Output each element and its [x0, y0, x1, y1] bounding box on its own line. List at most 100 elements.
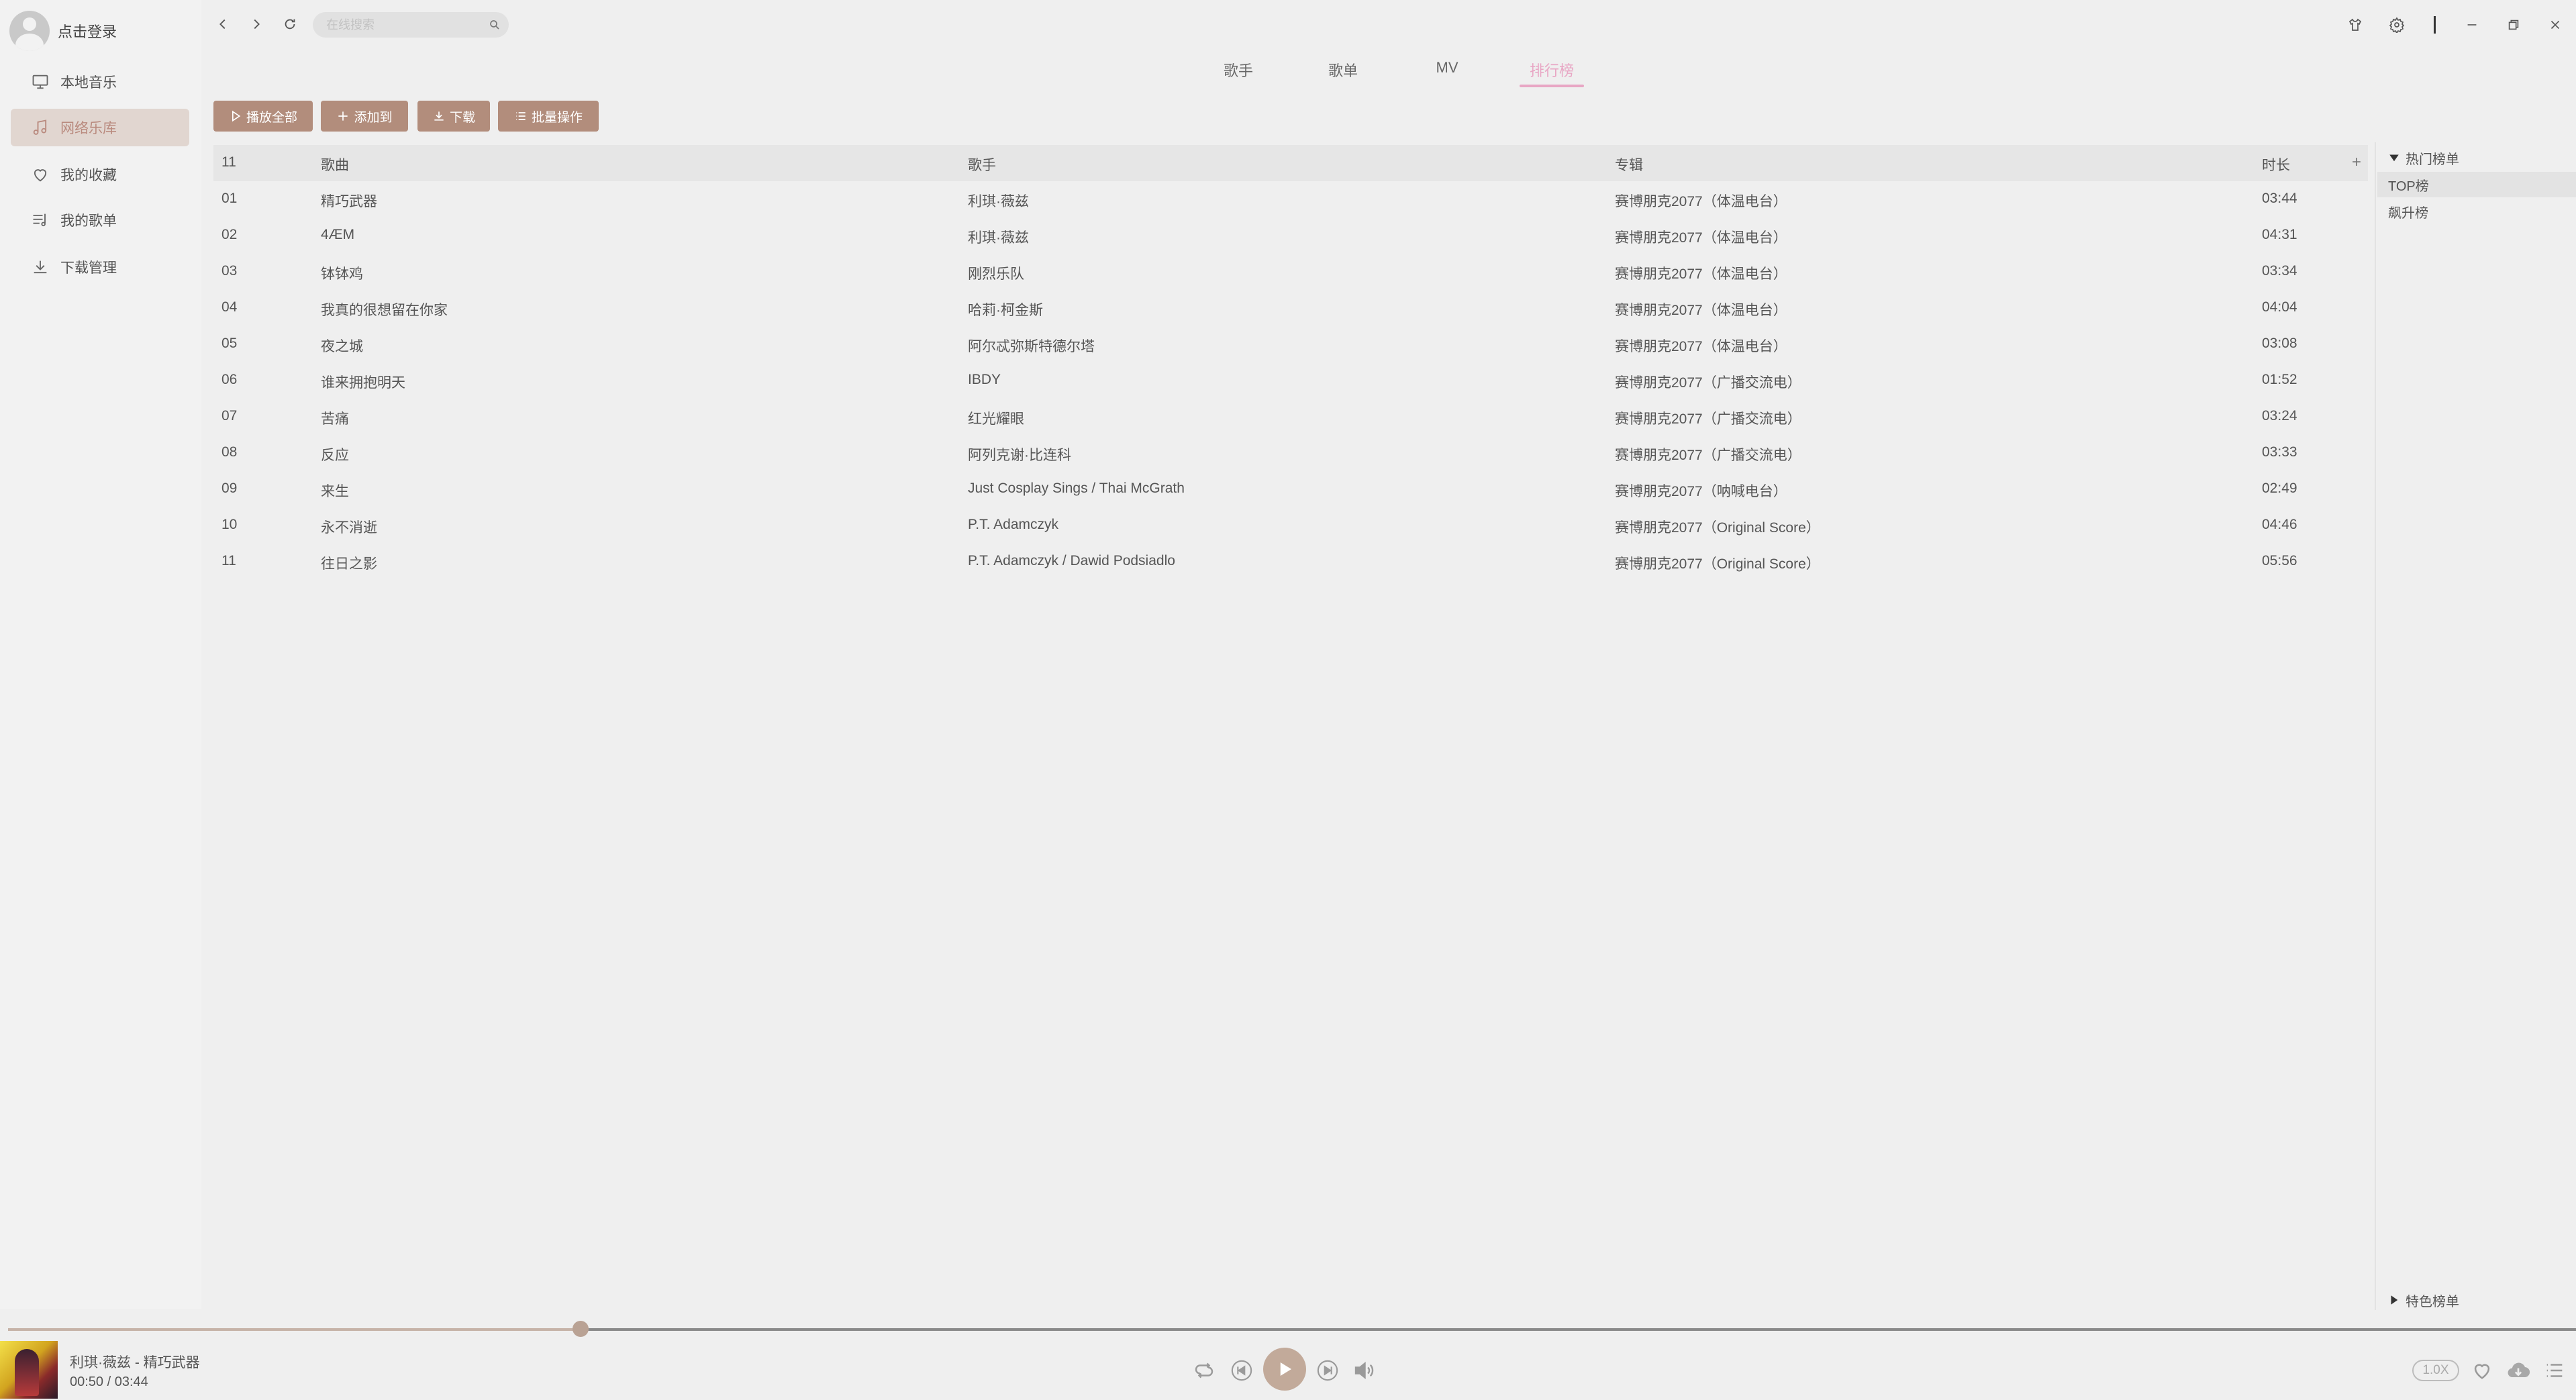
table-row[interactable]: 05 夜之城 阿尔忒弥斯特德尔塔 赛博朋克2077（体温电台） 03:08: [213, 326, 2368, 362]
song-artist[interactable]: P.T. Adamczyk: [968, 517, 1058, 533]
minimize-button[interactable]: [2461, 13, 2483, 36]
tab-mv[interactable]: MV: [1434, 59, 1460, 77]
song-artist[interactable]: 阿尔忒弥斯特德尔塔: [968, 336, 1095, 356]
add-to-button[interactable]: 添加到: [321, 101, 408, 132]
song-artist[interactable]: Just Cosplay Sings / Thai McGrath: [968, 481, 1185, 497]
back-button[interactable]: [212, 13, 234, 35]
header-album[interactable]: 专辑: [1615, 154, 1643, 174]
sidebar-item-online-library[interactable]: 网络乐库: [11, 109, 189, 146]
batch-operation-label: 批量操作: [531, 110, 583, 125]
table-row[interactable]: 09 来生 Just Cosplay Sings / Thai McGrath 赛博朋…: [213, 471, 2368, 507]
search-icon[interactable]: [489, 19, 501, 31]
table-row[interactable]: 06 谁来拥抱明天 IBDY 赛博朋克2077（广播交流电） 01:52: [213, 362, 2368, 399]
play-button[interactable]: [1263, 1348, 1306, 1391]
song-title: 来生: [321, 484, 349, 499]
song-album[interactable]: 赛博朋克2077（广播交流电）: [1615, 372, 1801, 392]
sidebar-item-local-music[interactable]: 本地音乐: [11, 63, 189, 101]
cloud-download-button[interactable]: [2504, 1356, 2533, 1385]
volume-button[interactable]: [1350, 1357, 1377, 1384]
table-row[interactable]: 03 钵钵鸡 刚烈乐队 赛博朋克2077（体温电台） 03:34: [213, 254, 2368, 290]
list-icon: [514, 109, 528, 123]
table-row[interactable]: 04 我真的很想留在你家 哈莉·柯金斯 赛博朋克2077（体温电台） 04:04: [213, 290, 2368, 326]
repeat-button[interactable]: [1191, 1357, 1218, 1384]
previous-icon: [1230, 1359, 1253, 1382]
playback-speed[interactable]: 1.0X: [2412, 1360, 2459, 1381]
album-cover[interactable]: [0, 1341, 58, 1399]
song-album[interactable]: 赛博朋克2077（Original Score）: [1615, 517, 1820, 537]
song-album[interactable]: 赛博朋克2077（体温电台）: [1615, 336, 1787, 356]
restore-button[interactable]: [2502, 13, 2525, 36]
song-album[interactable]: 赛博朋克2077（呐喊电台）: [1615, 481, 1787, 501]
table-row[interactable]: 01 精巧武器 利琪·薇兹 赛博朋克2077（体温电台） 03:44: [213, 181, 2368, 217]
header-title[interactable]: 歌曲: [321, 154, 349, 174]
header-artist[interactable]: 歌手: [968, 154, 996, 174]
song-title: 我真的很想留在你家: [321, 303, 448, 318]
song-title: 钵钵鸡: [321, 266, 363, 282]
sidebar-item-favorites[interactable]: 我的收藏: [11, 156, 189, 193]
song-artist[interactable]: IBDY: [968, 372, 1001, 388]
triangle-down-icon: [2388, 152, 2400, 164]
add-to-label: 添加到: [354, 110, 393, 125]
song-artist[interactable]: 哈莉·柯金斯: [968, 299, 1043, 319]
chart-item-rising[interactable]: 飙升榜: [2377, 199, 2576, 224]
progress-fill: [8, 1328, 581, 1331]
previous-button[interactable]: [1230, 1358, 1254, 1383]
special-charts-label: 特色榜单: [2406, 1294, 2459, 1309]
chart-item-label: TOP榜: [2388, 179, 2429, 194]
song-title: 精巧武器: [321, 194, 377, 209]
play-all-button[interactable]: 播放全部: [213, 101, 313, 132]
special-charts-header[interactable]: 特色榜单: [2388, 1289, 2459, 1311]
login-label[interactable]: 点击登录: [58, 20, 117, 42]
chart-item-top[interactable]: TOP榜: [2377, 172, 2576, 197]
song-artist[interactable]: 阿列克谢·比连科: [968, 444, 1071, 464]
song-artist[interactable]: P.T. Adamczyk / Dawid Podsiadlo: [968, 553, 1175, 569]
separator-bar: [2423, 13, 2446, 36]
sidebar-item-label: 我的歌单: [60, 213, 117, 229]
row-number: 09: [221, 481, 238, 496]
progress-handle[interactable]: [573, 1321, 589, 1337]
download-button[interactable]: 下载: [417, 101, 490, 132]
favorite-button[interactable]: [2469, 1357, 2495, 1384]
table-row[interactable]: 02 4ÆM 利琪·薇兹 赛博朋克2077（体温电台） 04:31: [213, 217, 2368, 254]
playlist-icon: [31, 211, 50, 230]
login-area[interactable]: 点击登录: [9, 11, 117, 51]
song-duration: 02:49: [2262, 481, 2297, 496]
table-row[interactable]: 11 往日之影 P.T. Adamczyk / Dawid Podsiadlo 赛博朋…: [213, 544, 2368, 580]
tab-charts[interactable]: 排行榜: [1529, 59, 1575, 81]
forward-button[interactable]: [246, 13, 267, 35]
hot-charts-header[interactable]: 热门榜单: [2388, 146, 2459, 169]
add-column-icon[interactable]: +: [2352, 153, 2361, 172]
song-album[interactable]: 赛博朋克2077（Original Score）: [1615, 553, 1820, 573]
song-album[interactable]: 赛博朋克2077（体温电台）: [1615, 263, 1787, 283]
song-artist[interactable]: 红光耀眼: [968, 408, 1024, 428]
close-button[interactable]: [2544, 13, 2567, 36]
batch-operation-button[interactable]: 批量操作: [498, 101, 599, 132]
hot-charts-label: 热门榜单: [2406, 152, 2459, 167]
song-artist[interactable]: 利琪·薇兹: [968, 227, 1029, 247]
song-album[interactable]: 赛博朋克2077（体温电台）: [1615, 191, 1787, 211]
search-box[interactable]: [313, 12, 509, 38]
repeat-icon: [1192, 1358, 1216, 1383]
search-input[interactable]: [325, 17, 489, 33]
song-album[interactable]: 赛博朋克2077（广播交流电）: [1615, 408, 1801, 428]
song-artist[interactable]: 刚烈乐队: [968, 263, 1024, 283]
sidebar-item-my-playlists[interactable]: 我的歌单: [11, 201, 189, 239]
table-row[interactable]: 07 苦痛 红光耀眼 赛博朋克2077（广播交流电） 03:24: [213, 399, 2368, 435]
sidebar-item-downloads[interactable]: 下载管理: [11, 248, 189, 286]
table-row[interactable]: 08 反应 阿列克谢·比连科 赛博朋克2077（广播交流电） 03:33: [213, 435, 2368, 471]
refresh-button[interactable]: [279, 13, 301, 35]
skin-button[interactable]: [2344, 13, 2367, 36]
row-number: 05: [221, 336, 238, 351]
next-button[interactable]: [1316, 1358, 1340, 1383]
song-album[interactable]: 赛博朋克2077（体温电台）: [1615, 299, 1787, 319]
tab-playlists[interactable]: 歌单: [1328, 59, 1358, 81]
header-duration[interactable]: 时长: [2262, 154, 2290, 174]
song-album[interactable]: 赛博朋克2077（广播交流电）: [1615, 444, 1801, 464]
tab-singers[interactable]: 歌手: [1223, 59, 1254, 81]
avatar[interactable]: [9, 11, 50, 51]
settings-button[interactable]: [2385, 13, 2408, 36]
playlist-queue-button[interactable]: [2541, 1357, 2568, 1384]
table-row[interactable]: 10 永不消逝 P.T. Adamczyk 赛博朋克2077（Original Sco…: [213, 507, 2368, 544]
song-album[interactable]: 赛博朋克2077（体温电台）: [1615, 227, 1787, 247]
song-artist[interactable]: 利琪·薇兹: [968, 191, 1029, 211]
